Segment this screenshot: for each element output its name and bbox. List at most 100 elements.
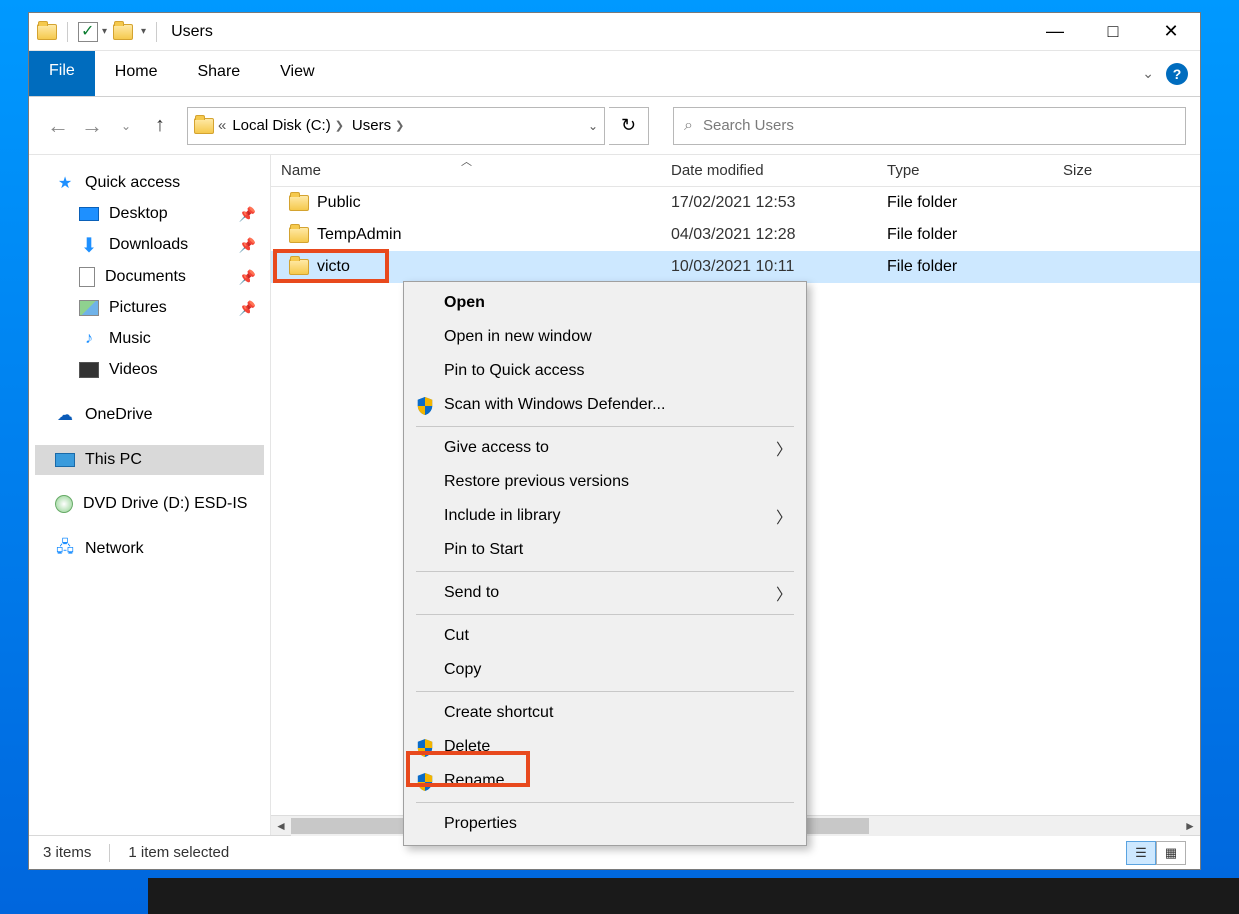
tab-file[interactable]: File (29, 51, 95, 96)
cm-label: Cut (444, 627, 469, 645)
chevron-right-icon[interactable]: ❯ (335, 119, 344, 132)
cm-properties[interactable]: Properties (406, 807, 804, 841)
cm-open[interactable]: Open (406, 286, 804, 320)
column-header-date[interactable]: Date modified (661, 162, 877, 179)
menu-separator (416, 691, 794, 692)
pin-icon: 📌 (239, 300, 256, 317)
cm-delete[interactable]: Delete (406, 730, 804, 764)
file-name: victo (317, 258, 350, 276)
help-icon[interactable]: ? (1166, 63, 1188, 85)
new-folder-qat-icon[interactable] (113, 24, 133, 40)
nav-label: Quick access (85, 174, 180, 192)
table-row[interactable]: victo 10/03/2021 10:11 File folder (271, 251, 1200, 283)
qat-customize-icon[interactable]: ▾ (141, 26, 146, 37)
nav-desktop[interactable]: Desktop 📌 (35, 199, 264, 229)
thumbnails-view-button[interactable]: ▦ (1156, 841, 1186, 865)
file-name: TempAdmin (317, 226, 401, 244)
folder-icon (289, 227, 309, 243)
cm-cut[interactable]: Cut (406, 619, 804, 653)
nav-label: Downloads (109, 236, 188, 254)
file-date: 10/03/2021 10:11 (661, 258, 877, 276)
nav-up-button[interactable]: ↑ (145, 111, 175, 141)
table-row[interactable]: Public 17/02/2021 12:53 File folder (271, 187, 1200, 219)
column-header-size[interactable]: Size (1053, 162, 1200, 179)
nav-recent-icon[interactable]: ⌄ (111, 111, 141, 141)
documents-icon (79, 267, 95, 287)
nav-label: DVD Drive (D:) ESD-IS (83, 495, 247, 513)
cm-label: Pin to Quick access (444, 362, 585, 380)
nav-downloads[interactable]: ⬇ Downloads 📌 (35, 229, 264, 261)
tab-share[interactable]: Share (177, 51, 260, 96)
cm-include-library[interactable]: Include in library〉 (406, 499, 804, 533)
nav-forward-button[interactable]: → (77, 111, 107, 141)
cm-copy[interactable]: Copy (406, 653, 804, 687)
address-dropdown-icon[interactable]: ⌄ (588, 119, 598, 133)
cm-pin-start[interactable]: Pin to Start (406, 533, 804, 567)
file-type: File folder (877, 226, 1053, 244)
cm-label: Scan with Windows Defender... (444, 396, 665, 414)
nav-label: Music (109, 330, 151, 348)
tab-view[interactable]: View (260, 51, 334, 96)
this-pc-icon (55, 453, 75, 467)
cm-create-shortcut[interactable]: Create shortcut (406, 696, 804, 730)
address-bar[interactable]: « Local Disk (C:) ❯ Users ❯ ⌄ (187, 107, 605, 145)
chevron-right-icon[interactable]: ❯ (395, 119, 404, 132)
address-overflow-icon[interactable]: « (218, 117, 226, 134)
nav-dvd-drive[interactable]: DVD Drive (D:) ESD-IS (35, 489, 264, 519)
defender-shield-icon (416, 396, 434, 416)
menu-separator (416, 571, 794, 572)
maximize-button[interactable]: □ (1084, 13, 1142, 51)
window-controls: — □ ✕ (1026, 13, 1200, 51)
cm-give-access[interactable]: Give access to〉 (406, 431, 804, 465)
qat-dropdown-icon[interactable]: ▾ (102, 26, 107, 37)
nav-label: Videos (109, 361, 158, 379)
nav-label: Network (85, 540, 144, 558)
scroll-right-button[interactable]: ► (1180, 816, 1200, 836)
close-button[interactable]: ✕ (1142, 13, 1200, 51)
details-view-button[interactable]: ☰ (1126, 841, 1156, 865)
cm-label: Restore previous versions (444, 473, 629, 491)
nav-this-pc[interactable]: This PC (35, 445, 264, 475)
table-row[interactable]: TempAdmin 04/03/2021 12:28 File folder (271, 219, 1200, 251)
file-type: File folder (877, 258, 1053, 276)
breadcrumb[interactable]: Users ❯ (350, 117, 406, 134)
minimize-button[interactable]: — (1026, 13, 1084, 51)
nav-documents[interactable]: Documents 📌 (35, 261, 264, 293)
nav-pictures[interactable]: Pictures 📌 (35, 293, 264, 323)
dvd-icon (55, 495, 73, 513)
nav-back-button[interactable]: ← (43, 111, 73, 141)
desktop-icon (79, 207, 99, 221)
taskbar[interactable] (148, 878, 1239, 914)
nav-onedrive[interactable]: ☁ OneDrive (35, 399, 264, 431)
nav-videos[interactable]: Videos (35, 355, 264, 385)
nav-network[interactable]: 🖧 Network (35, 533, 264, 565)
cm-open-new-window[interactable]: Open in new window (406, 320, 804, 354)
address-folder-icon (194, 118, 214, 134)
tab-home[interactable]: Home (95, 51, 178, 96)
search-input[interactable]: ⌕ Search Users (673, 107, 1186, 145)
scroll-left-button[interactable]: ◄ (271, 816, 291, 836)
nav-music[interactable]: ♪ Music (35, 323, 264, 355)
folder-icon (289, 259, 309, 275)
menu-separator (416, 614, 794, 615)
cm-send-to[interactable]: Send to〉 (406, 576, 804, 610)
window-title: Users (171, 23, 213, 41)
nav-label: This PC (85, 451, 142, 469)
separator (67, 22, 68, 42)
chevron-up-icon[interactable]: ︿ (461, 153, 472, 169)
cm-pin-quick-access[interactable]: Pin to Quick access (406, 354, 804, 388)
cm-restore-versions[interactable]: Restore previous versions (406, 465, 804, 499)
properties-qat-icon[interactable] (78, 22, 98, 42)
cm-defender-scan[interactable]: Scan with Windows Defender... (406, 388, 804, 422)
cm-rename[interactable]: Rename (406, 764, 804, 798)
ribbon-collapse-icon[interactable]: ⌄ (1142, 65, 1154, 82)
refresh-button[interactable]: ↻ (609, 107, 649, 145)
nav-quick-access[interactable]: ★ Quick access (35, 167, 264, 199)
cm-label: Open (444, 294, 485, 312)
status-selected: 1 item selected (128, 844, 229, 861)
app-icon (37, 24, 57, 40)
column-header-type[interactable]: Type (877, 162, 1053, 179)
cm-label: Properties (444, 815, 517, 833)
status-item-count: 3 items (43, 844, 91, 861)
breadcrumb[interactable]: Local Disk (C:) ❯ (230, 117, 346, 134)
